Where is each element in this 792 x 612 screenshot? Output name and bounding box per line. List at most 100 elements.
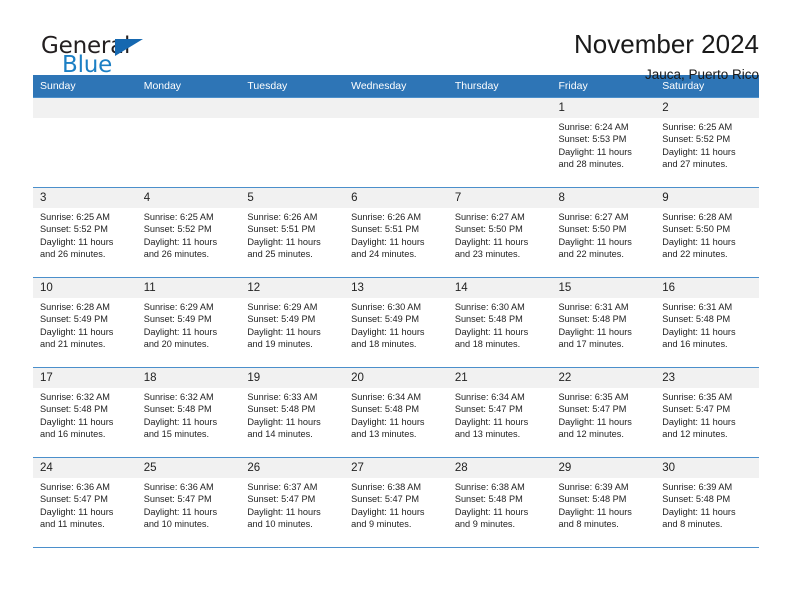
daylight-line-2: and 19 minutes. <box>247 339 313 350</box>
day-cell[interactable]: 23 Sunrise: 6:35 AM Sunset: 5:47 PM Dayligh… <box>655 367 759 458</box>
day-cell[interactable]: 13 Sunrise: 6:30 AM Sunset: 5:49 PM Dayligh… <box>344 277 448 368</box>
day-cell[interactable]: 5 Sunrise: 6:26 AM Sunset: 5:51 PM Daylight… <box>240 187 345 278</box>
day-cell[interactable]: 10 Sunrise: 6:28 AM Sunset: 5:49 PM Dayligh… <box>33 277 137 368</box>
daylight-line-2: and 15 minutes. <box>143 429 210 440</box>
day-info: Sunrise: 6:29 AM Sunset: 5:49 PM Daylight:… <box>137 298 241 351</box>
day-cell[interactable]: 15 Sunrise: 6:31 AM Sunset: 5:48 PM Dayligh… <box>551 277 656 368</box>
day-cell[interactable]: 19 Sunrise: 6:33 AM Sunset: 5:48 PM Dayligh… <box>240 367 345 458</box>
calendar-body: 1 Sunrise: 6:24 AM Sunset: 5:53 PM Daylight… <box>33 97 759 548</box>
day-cell[interactable]: 11 Sunrise: 6:29 AM Sunset: 5:49 PM Dayligh… <box>136 277 241 368</box>
sunrise-line: Sunrise: 6:31 AM <box>662 302 733 312</box>
daylight-line-2: and 8 minutes. <box>662 519 723 530</box>
daylight-line-1: Daylight: 11 hours <box>558 236 632 247</box>
day-info: Sunrise: 6:28 AM Sunset: 5:49 PM Daylight:… <box>33 298 137 351</box>
day-cell[interactable]: 2 Sunrise: 6:25 AM Sunset: 5:52 PM Daylight… <box>655 97 759 188</box>
day-info: Sunrise: 6:26 AM Sunset: 5:51 PM Daylight:… <box>344 208 448 261</box>
daylight-line-1: Daylight: 11 hours <box>247 506 321 517</box>
sunset-line: Sunset: 5:48 PM <box>247 404 316 415</box>
sunset-line: Sunset: 5:52 PM <box>662 134 731 145</box>
day-cell[interactable]: 9 Sunrise: 6:28 AM Sunset: 5:50 PM Daylight… <box>655 187 759 278</box>
day-cell[interactable]: 26 Sunrise: 6:37 AM Sunset: 5:47 PM Dayligh… <box>240 457 345 548</box>
sunrise-line: Sunrise: 6:34 AM <box>454 392 525 402</box>
day-cell[interactable]: 17 Sunrise: 6:32 AM Sunset: 5:48 PM Dayligh… <box>33 367 137 458</box>
day-number: 23 <box>655 368 759 388</box>
day-cell[interactable]: 7 Sunrise: 6:27 AM Sunset: 5:50 PM Daylight… <box>447 187 552 278</box>
daylight-line-1: Daylight: 11 hours <box>454 236 529 247</box>
day-cell[interactable]: 3 Sunrise: 6:25 AM Sunset: 5:52 PM Daylight… <box>33 187 137 278</box>
day-info: Sunrise: 6:31 AM Sunset: 5:48 PM Daylight:… <box>552 298 656 351</box>
calendar-grid: Sunday Monday Tuesday Wednesday Thursday… <box>33 75 759 548</box>
day-cell[interactable]: 25 Sunrise: 6:36 AM Sunset: 5:47 PM Dayligh… <box>136 457 241 548</box>
sunset-line: Sunset: 5:49 PM <box>143 314 212 325</box>
daylight-line-2: and 22 minutes. <box>662 249 728 260</box>
daylight-line-1: Daylight: 11 hours <box>351 506 425 517</box>
sunset-line: Sunset: 5:47 PM <box>143 494 212 505</box>
day-cell[interactable]: 20 Sunrise: 6:34 AM Sunset: 5:48 PM Dayligh… <box>344 367 448 458</box>
day-info: Sunrise: 6:30 AM Sunset: 5:49 PM Daylight:… <box>344 298 448 351</box>
sunset-line: Sunset: 5:47 PM <box>558 404 627 415</box>
day-cell[interactable] <box>344 97 448 188</box>
day-cell[interactable] <box>136 97 241 188</box>
day-number: 29 <box>551 458 656 478</box>
day-cell[interactable]: 21 Sunrise: 6:34 AM Sunset: 5:47 PM Dayligh… <box>447 367 552 458</box>
day-cell[interactable]: 14 Sunrise: 6:30 AM Sunset: 5:48 PM Dayligh… <box>447 277 552 368</box>
sunrise-line: Sunrise: 6:27 AM <box>558 212 629 222</box>
day-info: Sunrise: 6:38 AM Sunset: 5:47 PM Daylight:… <box>344 478 448 531</box>
week-row: 10 Sunrise: 6:28 AM Sunset: 5:49 PM Dayligh… <box>33 277 759 368</box>
daylight-line-2: and 13 minutes. <box>454 429 521 440</box>
daylight-line-1: Daylight: 11 hours <box>662 236 736 247</box>
daylight-line-2: and 13 minutes. <box>351 429 417 440</box>
day-number: 25 <box>136 458 241 478</box>
sunset-line: Sunset: 5:50 PM <box>558 224 627 235</box>
day-cell[interactable] <box>447 97 552 188</box>
day-cell[interactable]: 24 Sunrise: 6:36 AM Sunset: 5:47 PM Dayligh… <box>33 457 137 548</box>
sunset-line: Sunset: 5:49 PM <box>40 314 108 325</box>
day-info: Sunrise: 6:36 AM Sunset: 5:47 PM Daylight:… <box>33 478 137 531</box>
day-cell[interactable]: 29 Sunrise: 6:39 AM Sunset: 5:48 PM Dayligh… <box>551 457 656 548</box>
daylight-line-2: and 14 minutes. <box>247 429 313 440</box>
daylight-line-2: and 9 minutes. <box>351 519 412 530</box>
day-info: Sunrise: 6:39 AM Sunset: 5:48 PM Daylight:… <box>655 478 759 531</box>
daylight-line-1: Daylight: 11 hours <box>143 326 218 337</box>
day-info: Sunrise: 6:28 AM Sunset: 5:50 PM Daylight:… <box>655 208 759 261</box>
day-info: Sunrise: 6:36 AM Sunset: 5:47 PM Daylight:… <box>137 478 241 531</box>
day-info: Sunrise: 6:26 AM Sunset: 5:51 PM Daylight:… <box>240 208 344 261</box>
daylight-line-1: Daylight: 11 hours <box>40 236 114 247</box>
day-cell[interactable]: 30 Sunrise: 6:39 AM Sunset: 5:48 PM Dayligh… <box>655 457 759 548</box>
day-cell[interactable]: 22 Sunrise: 6:35 AM Sunset: 5:47 PM Dayligh… <box>551 367 656 458</box>
sunrise-line: Sunrise: 6:35 AM <box>558 392 629 402</box>
day-cell[interactable]: 6 Sunrise: 6:26 AM Sunset: 5:51 PM Daylight… <box>344 187 448 278</box>
daylight-line-2: and 20 minutes. <box>143 339 210 350</box>
sunrise-line: Sunrise: 6:32 AM <box>40 392 110 402</box>
sunrise-line: Sunrise: 6:39 AM <box>558 482 629 492</box>
day-cell[interactable]: 16 Sunrise: 6:31 AM Sunset: 5:48 PM Dayligh… <box>655 277 759 368</box>
daylight-line-2: and 18 minutes. <box>454 339 521 350</box>
general-blue-logo[interactable]: General Blue <box>33 28 183 80</box>
sunset-line: Sunset: 5:48 PM <box>351 404 420 415</box>
day-cell[interactable]: 28 Sunrise: 6:38 AM Sunset: 5:48 PM Dayligh… <box>447 457 552 548</box>
sunrise-line: Sunrise: 6:31 AM <box>558 302 629 312</box>
sunrise-line: Sunrise: 6:30 AM <box>454 302 525 312</box>
day-info: Sunrise: 6:29 AM Sunset: 5:49 PM Daylight:… <box>240 298 344 351</box>
day-cell[interactable]: 4 Sunrise: 6:25 AM Sunset: 5:52 PM Daylight… <box>136 187 241 278</box>
day-cell[interactable]: 18 Sunrise: 6:32 AM Sunset: 5:48 PM Dayligh… <box>136 367 241 458</box>
daylight-line-1: Daylight: 11 hours <box>351 416 425 427</box>
day-number: 20 <box>344 368 448 388</box>
daylight-line-1: Daylight: 11 hours <box>143 416 218 427</box>
sunset-line: Sunset: 5:48 PM <box>558 494 627 505</box>
day-number: 14 <box>447 278 552 298</box>
day-cell[interactable] <box>240 97 345 188</box>
day-cell[interactable]: 27 Sunrise: 6:38 AM Sunset: 5:47 PM Dayligh… <box>344 457 448 548</box>
sunset-line: Sunset: 5:48 PM <box>454 494 523 505</box>
day-number: 6 <box>344 188 448 208</box>
daylight-line-2: and 23 minutes. <box>454 249 521 260</box>
sunrise-line: Sunrise: 6:28 AM <box>40 302 110 312</box>
day-cell[interactable] <box>33 97 137 188</box>
day-number: 3 <box>33 188 137 208</box>
day-info: Sunrise: 6:27 AM Sunset: 5:50 PM Daylight:… <box>448 208 552 261</box>
sunset-line: Sunset: 5:47 PM <box>351 494 420 505</box>
day-cell[interactable]: 1 Sunrise: 6:24 AM Sunset: 5:53 PM Daylight… <box>551 97 656 188</box>
day-number: 12 <box>240 278 345 298</box>
day-cell[interactable]: 12 Sunrise: 6:29 AM Sunset: 5:49 PM Dayligh… <box>240 277 345 368</box>
day-cell[interactable]: 8 Sunrise: 6:27 AM Sunset: 5:50 PM Daylight… <box>551 187 656 278</box>
